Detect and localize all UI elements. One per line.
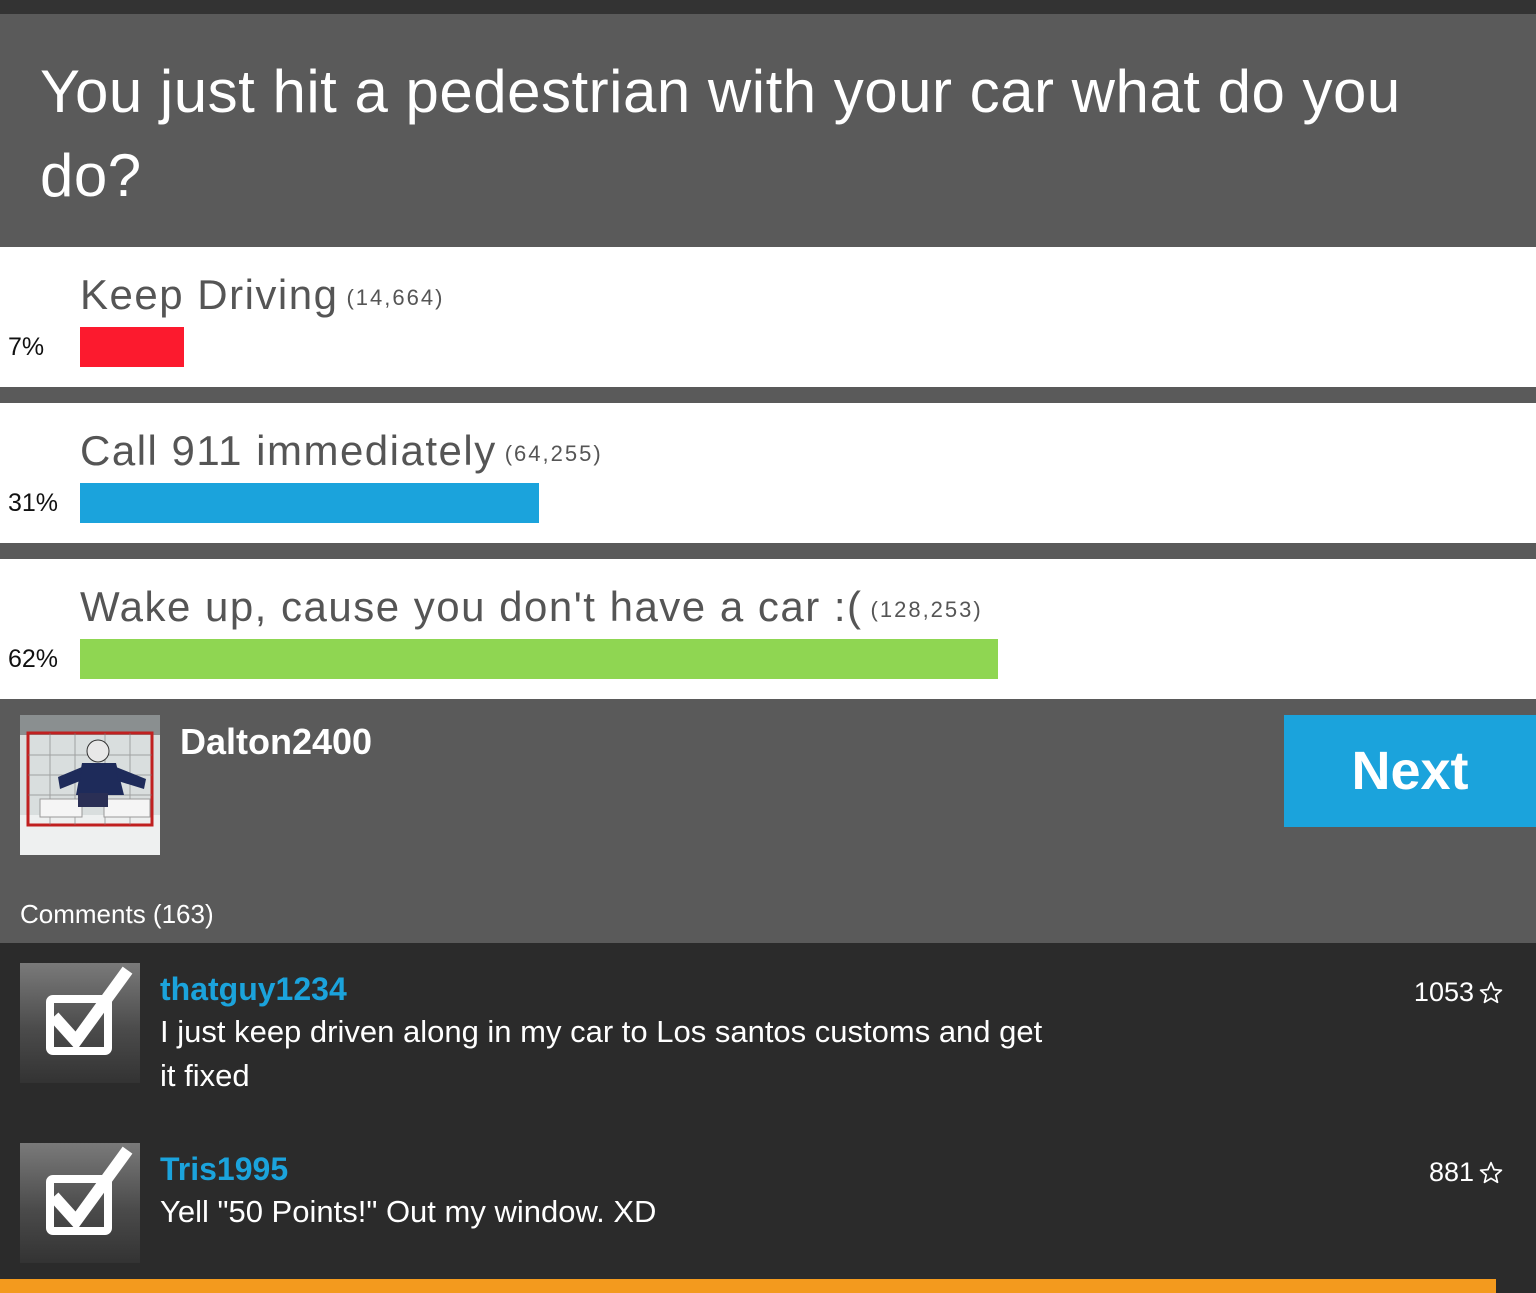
checkbox-checked-icon [20,1143,140,1263]
comment-score-value: 881 [1428,1157,1474,1187]
comment-username[interactable]: thatguy1234 [160,971,347,1008]
option-vote-count: (14,664) [346,284,445,310]
question-header: You just hit a pedestrian with your car … [0,14,1536,247]
author-username[interactable]: Dalton2400 [180,721,372,763]
option-label: Wake up, cause you don't have a car :( [80,583,863,630]
poll-option-1[interactable]: Keep Driving (14,664) 7% [0,247,1536,387]
top-strip [0,0,1536,14]
comment-text: I just keep driven along in my car to Lo… [160,1014,1043,1093]
next-button[interactable]: Next [1284,715,1536,827]
comment-score-value: 1053 [1413,977,1474,1007]
option-percent: 62% [8,645,59,673]
poll-option-3[interactable]: Wake up, cause you don't have a car :( (1… [0,559,1536,699]
comment-score: 881 [1429,1157,1504,1188]
comment-text: Yell "50 Points!" Out my window. XD [160,1194,657,1229]
comment-score: 1053 [1414,977,1504,1008]
poll-question: You just hit a pedestrian with your car … [40,58,1401,209]
option-result-bar [80,639,998,679]
star-icon[interactable] [1478,1160,1504,1186]
hockey-goalie-photo-icon [20,715,160,855]
star-icon[interactable] [1478,980,1504,1006]
option-label: Call 911 immediately [80,427,497,474]
option-result-bar [80,483,539,523]
option-result-bar [80,327,184,367]
author-panel: Dalton2400 Next Comments (163) [0,699,1536,943]
option-divider [0,543,1536,559]
option-vote-count: (64,255) [504,440,603,466]
option-percent: 31% [8,489,59,517]
checkbox-checked-icon [20,963,140,1083]
option-vote-count: (128,253) [870,596,983,622]
option-divider [0,387,1536,403]
comment-username[interactable]: Tris1995 [160,1151,288,1188]
poll-option-2[interactable]: Call 911 immediately (64,255) 31% [0,403,1536,543]
bottom-accent-bar [0,1279,1496,1293]
option-label: Keep Driving [80,271,339,318]
avatar[interactable] [20,715,160,855]
comments-count: Comments (163) [20,899,214,929]
option-percent: 7% [8,333,45,361]
